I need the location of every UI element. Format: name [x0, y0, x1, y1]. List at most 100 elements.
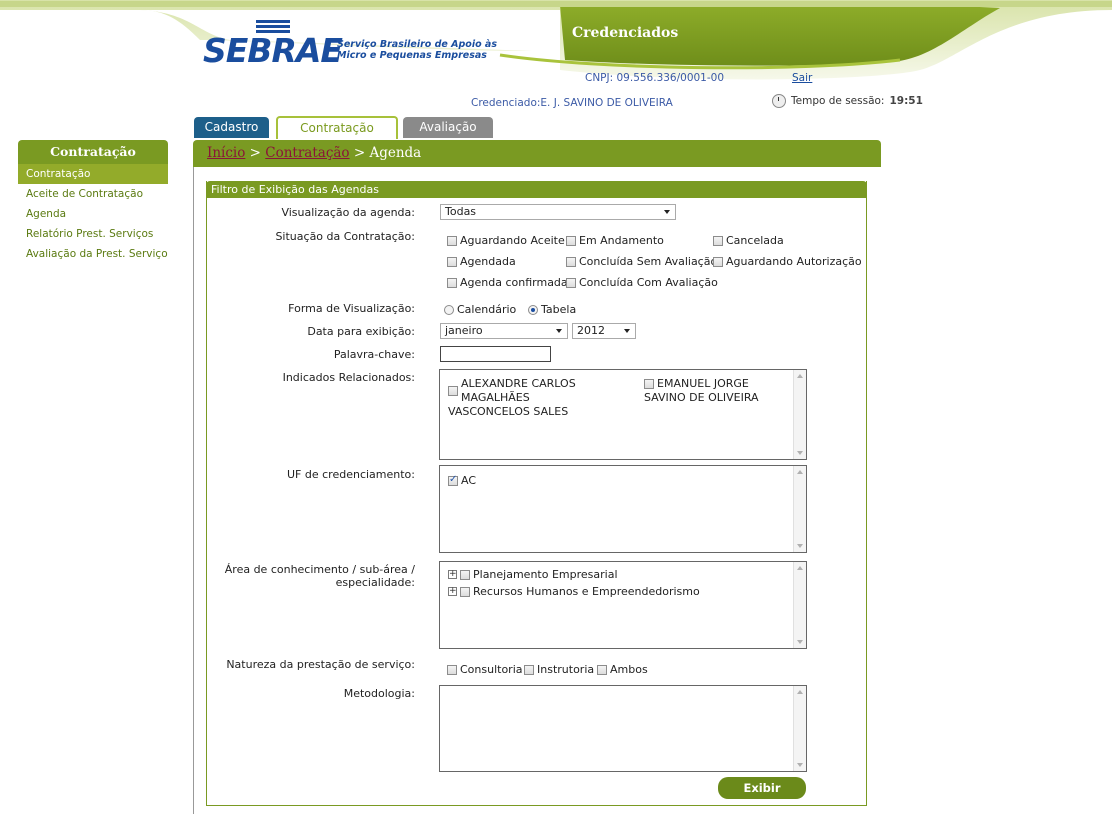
clock-icon: [772, 94, 786, 108]
indicados-list[interactable]: ALEXANDRE CARLOS MAGALHÃES VASCONCELOS S…: [439, 369, 807, 460]
sidebar-item-aceite[interactable]: Aceite de Contratação: [18, 184, 168, 204]
checkbox-icon[interactable]: [447, 256, 457, 267]
palavra-label: Palavra-chave:: [333, 348, 415, 361]
scroll-down-icon[interactable]: [797, 544, 803, 548]
data-label: Data para exibição:: [307, 325, 415, 338]
checkbox-checked-icon[interactable]: [448, 474, 458, 486]
chevron-down-icon: [624, 329, 630, 333]
checkbox-icon[interactable]: [448, 386, 458, 396]
chevron-down-icon: [556, 329, 562, 333]
situacao-em-andamento[interactable]: Em Andamento: [566, 234, 664, 247]
checkbox-icon[interactable]: [447, 235, 457, 246]
sebrae-logo: SEBRAE Serviço Brasileiro de Apoio às Mi…: [203, 20, 503, 70]
indicado-item[interactable]: EMANUEL JORGE SAVINO DE OLIVEIRA: [644, 377, 784, 405]
situacao-aguardando-autorizacao[interactable]: Aguardando Autorização: [713, 255, 862, 268]
uf-list[interactable]: AC: [439, 465, 807, 553]
ano-value: 2012: [577, 324, 605, 337]
checkbox-icon[interactable]: [566, 277, 576, 288]
tab-avaliacao[interactable]: Avaliação: [403, 117, 493, 138]
uf-label: UF de credenciamento:: [287, 468, 415, 481]
scrollbar[interactable]: [793, 370, 806, 459]
session-timer: Tempo de sessão: 19:51: [772, 94, 923, 108]
logo-subtitle: Serviço Brasileiro de Apoio às Micro e P…: [337, 39, 497, 61]
cnpj-text: CNPJ: 09.556.336/0001-00: [585, 72, 725, 84]
natureza-instrutoria[interactable]: Instrutoria: [524, 663, 594, 676]
area-label: Área de conhecimento / sub-área / especi…: [224, 563, 415, 589]
situacao-cancelada[interactable]: Cancelada: [713, 234, 784, 247]
metodologia-list[interactable]: [439, 685, 807, 772]
logo-text: SEBRAE: [203, 31, 343, 70]
forma-calendario-radio[interactable]: Calendário: [444, 303, 516, 316]
checkbox-icon[interactable]: [460, 569, 470, 580]
visualizacao-value: Todas: [445, 205, 477, 218]
expand-icon[interactable]: +: [448, 587, 457, 596]
forma-tabela-radio[interactable]: Tabela: [528, 303, 576, 316]
breadcrumb-separator: >: [249, 145, 261, 161]
checkbox-icon[interactable]: [566, 235, 576, 246]
situacao-aguardando-aceite[interactable]: Aguardando Aceite: [447, 234, 565, 247]
exibir-button[interactable]: Exibir: [718, 777, 806, 799]
header: SEBRAE Serviço Brasileiro de Apoio às Mi…: [0, 0, 1112, 100]
sidebar-title: Contratação: [18, 140, 168, 164]
scroll-up-icon[interactable]: [797, 470, 803, 474]
checkbox-icon[interactable]: [524, 664, 534, 675]
ano-select[interactable]: 2012: [572, 323, 636, 339]
natureza-ambos[interactable]: Ambos: [597, 663, 648, 676]
checkbox-icon[interactable]: [447, 277, 457, 288]
visualizacao-label: Visualização da agenda:: [281, 206, 415, 219]
scroll-up-icon[interactable]: [797, 690, 803, 694]
scroll-down-icon[interactable]: [797, 451, 803, 455]
chevron-down-icon: [664, 210, 670, 214]
logout-link[interactable]: Sair: [792, 72, 812, 84]
checkbox-icon[interactable]: [713, 235, 723, 246]
tab-contratacao[interactable]: Contratação: [276, 116, 398, 139]
metodologia-label: Metodologia:: [343, 687, 415, 700]
sidebar: Contratação Contratação Aceite de Contra…: [18, 140, 168, 264]
scroll-up-icon[interactable]: [797, 566, 803, 570]
situacao-concluida-sem-avaliacao[interactable]: Concluída Sem Avaliação: [566, 255, 717, 268]
scrollbar[interactable]: [793, 562, 806, 648]
uf-ac-checkbox[interactable]: AC: [448, 474, 476, 487]
tree-item-planejamento[interactable]: + Planejamento Empresarial: [448, 568, 618, 581]
sidebar-item-relatorio[interactable]: Relatório Prest. Serviços: [18, 224, 168, 244]
natureza-consultoria[interactable]: Consultoria: [447, 663, 523, 676]
checkbox-icon[interactable]: [447, 664, 457, 675]
situacao-agendada[interactable]: Agendada: [447, 255, 516, 268]
checkbox-icon[interactable]: [566, 256, 576, 267]
scroll-up-icon[interactable]: [797, 374, 803, 378]
sidebar-item-avaliacao[interactable]: Avaliação da Prest. Serviço: [18, 244, 168, 264]
checkbox-icon[interactable]: [713, 256, 723, 267]
visualizacao-select[interactable]: Todas: [440, 204, 676, 220]
breadcrumb: Início > Contratação > Agenda: [193, 140, 881, 167]
scrollbar[interactable]: [793, 466, 806, 552]
radio-icon[interactable]: [444, 304, 454, 315]
checkbox-icon[interactable]: [597, 664, 607, 675]
indicado-item[interactable]: ALEXANDRE CARLOS MAGALHÃES VASCONCELOS S…: [448, 377, 638, 419]
session-time: 19:51: [889, 95, 923, 107]
radio-selected-icon[interactable]: [528, 304, 538, 315]
checkbox-icon[interactable]: [460, 586, 470, 597]
breadcrumb-separator: >: [353, 145, 366, 161]
situacao-agenda-confirmada[interactable]: Agenda confirmada: [447, 276, 568, 289]
sidebar-item-contratacao[interactable]: Contratação: [18, 164, 168, 184]
filter-panel-title: Filtro de Exibição das Agendas: [206, 181, 867, 198]
tree-item-recursos-humanos[interactable]: + Recursos Humanos e Empreendedorismo: [448, 585, 700, 598]
scrollbar[interactable]: [793, 686, 806, 771]
palavra-chave-input[interactable]: [440, 346, 551, 362]
tab-cadastro[interactable]: Cadastro: [194, 117, 269, 138]
mes-select[interactable]: janeiro: [440, 323, 568, 339]
situacao-concluida-com-avaliacao[interactable]: Concluída Com Avaliação: [566, 276, 718, 289]
forma-label: Forma de Visualização:: [288, 302, 415, 315]
area-tree[interactable]: + Planejamento Empresarial + Recursos Hu…: [439, 561, 807, 649]
sidebar-item-agenda[interactable]: Agenda: [18, 204, 168, 224]
breadcrumb-home-link[interactable]: Início: [207, 145, 245, 161]
breadcrumb-section-link[interactable]: Contratação: [265, 145, 349, 161]
situacao-label: Situação da Contratação:: [275, 230, 415, 243]
expand-icon[interactable]: +: [448, 570, 457, 579]
scroll-down-icon[interactable]: [797, 640, 803, 644]
app-title: Credenciados: [572, 25, 679, 41]
session-label: Tempo de sessão:: [791, 95, 885, 107]
checkbox-icon[interactable]: [644, 379, 654, 389]
natureza-label: Natureza da prestação de serviço:: [226, 658, 415, 671]
scroll-down-icon[interactable]: [797, 763, 803, 767]
